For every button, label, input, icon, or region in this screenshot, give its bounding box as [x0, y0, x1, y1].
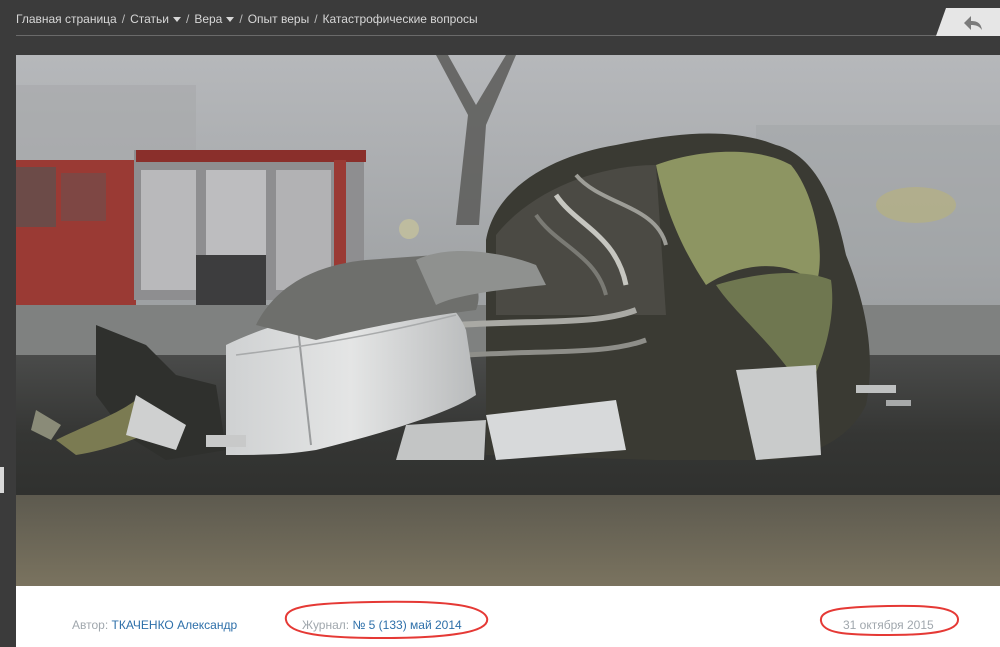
header-divider: [16, 35, 1000, 36]
author-link[interactable]: ТКАЧЕНКО Александр: [112, 618, 238, 632]
breadcrumb-faith[interactable]: Вера: [194, 12, 235, 26]
chevron-down-icon[interactable]: [172, 17, 181, 23]
breadcrumb-separator: /: [185, 12, 190, 26]
top-navigation-bar: Главная страница / Статьи / Вера / Опыт веры / К…: [0, 0, 1000, 38]
side-panel-handle[interactable]: [0, 467, 4, 493]
breadcrumb: Главная страница / Статьи / Вера / Опыт веры / К…: [16, 12, 478, 26]
breadcrumb-articles-label[interactable]: Статьи: [130, 12, 169, 26]
breadcrumb-faith-label[interactable]: Вера: [194, 12, 222, 26]
author-info: Автор: ТКАЧЕНКО Александр: [72, 618, 237, 632]
back-button[interactable]: [936, 8, 1000, 36]
chevron-down-icon[interactable]: [226, 17, 235, 23]
breadcrumb-articles[interactable]: Статьи: [130, 12, 181, 26]
breadcrumb-home[interactable]: Главная страница: [16, 12, 117, 26]
breadcrumb-separator: /: [121, 12, 126, 26]
journal-info: Журнал: № 5 (133) май 2014: [302, 618, 462, 632]
publication-date: 31 октября 2015: [843, 618, 934, 632]
journal-issue-link[interactable]: № 5 (133) май 2014: [352, 618, 461, 632]
breadcrumb-current: Катастрофические вопросы: [322, 12, 478, 26]
article-meta-bar: Автор: ТКАЧЕНКО Александр Журнал: № 5 (1…: [16, 586, 1000, 647]
breadcrumb-experience[interactable]: Опыт веры: [248, 12, 310, 26]
breadcrumb-separator: /: [239, 12, 243, 26]
article-hero-image: [16, 55, 1000, 586]
journal-label: Журнал:: [302, 618, 350, 632]
crash-debris-photo: [16, 55, 1000, 586]
back-arrow-icon[interactable]: [962, 14, 984, 32]
author-label: Автор:: [72, 618, 109, 632]
breadcrumb-separator: /: [314, 12, 318, 26]
